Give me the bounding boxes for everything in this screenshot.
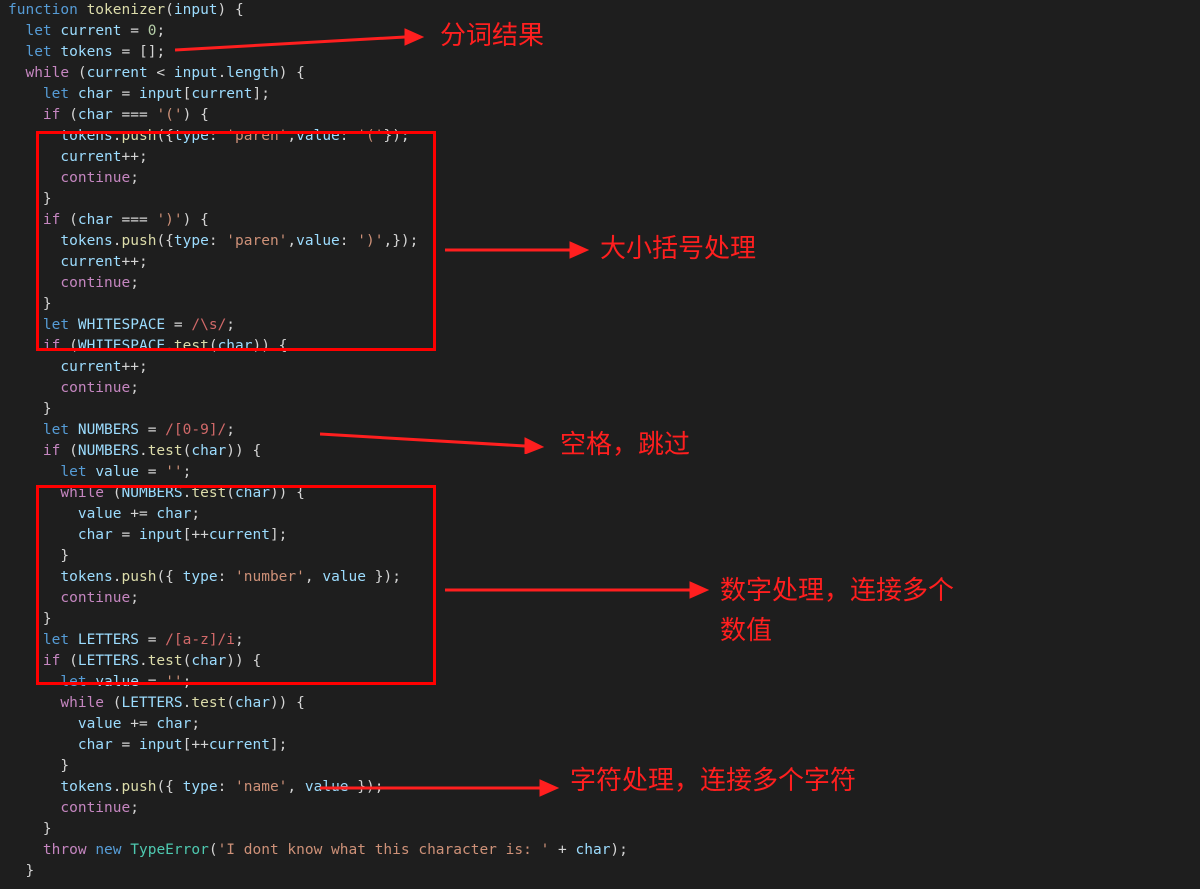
arrow-paren-icon: [445, 240, 590, 260]
arrow-number-icon: [445, 580, 710, 600]
annotation-paren-handling: 大小括号处理: [600, 238, 756, 259]
highlight-box-number: [36, 485, 436, 685]
arrow-tokens-icon: [175, 25, 425, 55]
arrow-letters-icon: [320, 778, 560, 798]
annotation-whitespace-skip: 空格，跳过: [560, 434, 690, 455]
highlight-box-paren: [36, 131, 436, 351]
arrow-space-icon: [320, 430, 545, 454]
annotation-letters-handling: 字符处理，连接多个字符: [570, 770, 856, 791]
annotation-tokens-result: 分词结果: [440, 25, 544, 46]
annotation-number-handling: 数字处理，连接多个 数值: [720, 570, 954, 650]
